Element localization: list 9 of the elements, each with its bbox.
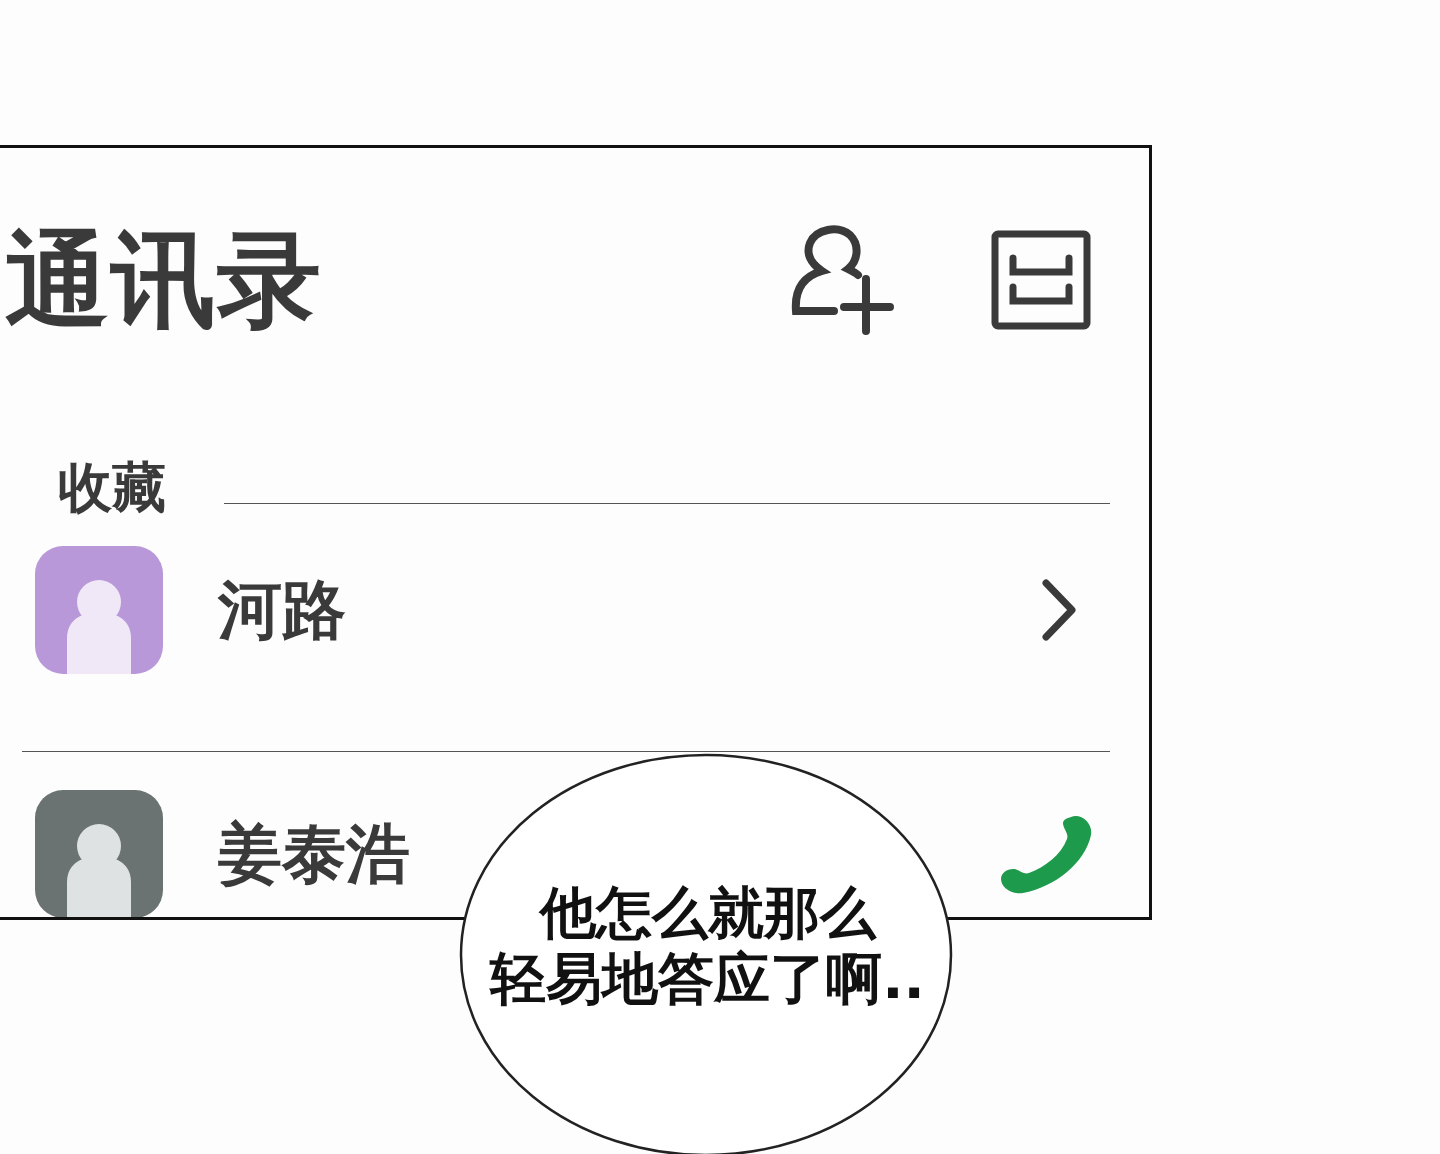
page-title: 通讯录 xyxy=(5,220,323,340)
contact-name[interactable]: 姜泰浩 xyxy=(218,816,410,892)
cabinet-icon[interactable] xyxy=(991,230,1091,330)
bubble-text: 他怎么就那么 xyxy=(539,880,876,946)
bubble-text: 轻易地答应了啊.. xyxy=(490,946,925,1012)
section-heading: 收藏 xyxy=(58,458,166,518)
phone-icon[interactable] xyxy=(999,813,1093,895)
contact-name[interactable]: 河路 xyxy=(218,572,346,648)
add-contact-icon[interactable] xyxy=(790,223,896,337)
